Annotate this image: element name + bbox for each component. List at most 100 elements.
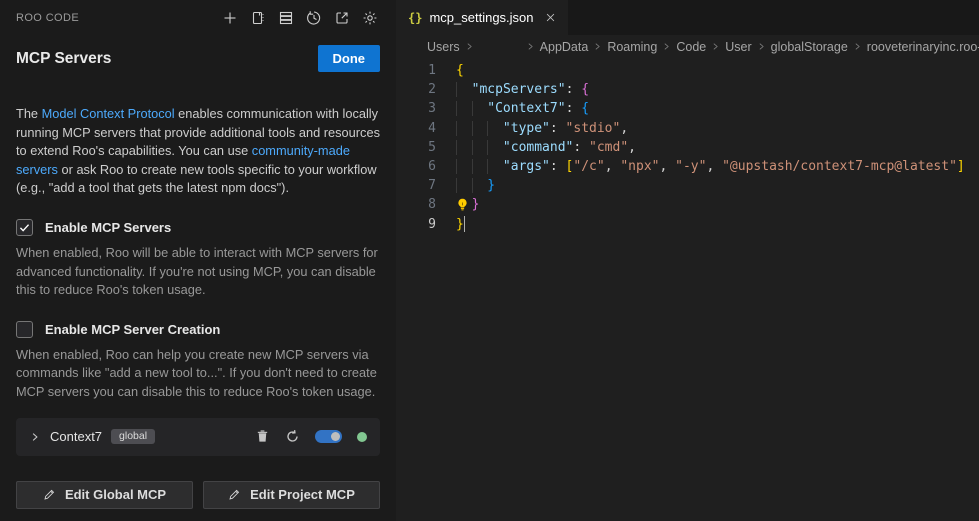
enable-mcp-servers-checkbox[interactable] bbox=[16, 219, 33, 236]
code-token: "/c" bbox=[573, 159, 604, 174]
history-icon[interactable] bbox=[303, 8, 324, 29]
code-token: , bbox=[620, 121, 628, 136]
code-token: "-y" bbox=[675, 159, 706, 174]
enable-mcp-server-creation-label: Enable MCP Server Creation bbox=[45, 322, 220, 337]
indent-guide bbox=[456, 159, 472, 174]
setting-enable-mcp-servers: Enable MCP Servers When enabled, Roo wil… bbox=[16, 219, 380, 300]
expand-server-icon[interactable] bbox=[29, 431, 41, 443]
line-number: 8 bbox=[396, 197, 436, 212]
breadcrumb-item-user[interactable]: User bbox=[725, 40, 751, 54]
tab-mcp-settings-json[interactable]: {} mcp_settings.json bbox=[396, 0, 568, 35]
intro-text-segment: or ask Roo to create new tools specific … bbox=[16, 162, 377, 196]
open-in-editor-icon[interactable] bbox=[331, 8, 352, 29]
code-token: "mcpServers" bbox=[472, 82, 566, 97]
code-token: } bbox=[472, 197, 480, 212]
line-number: 2 bbox=[396, 82, 436, 97]
intro-text: The Model Context Protocol enables commu… bbox=[16, 105, 380, 198]
restart-server-icon[interactable] bbox=[285, 429, 300, 444]
code-line-8[interactable]: 8} bbox=[396, 195, 979, 214]
breadcrumb-item-code[interactable]: Code bbox=[676, 40, 706, 54]
code-token: : bbox=[550, 159, 566, 174]
close-tab-icon[interactable] bbox=[545, 12, 556, 23]
link-model-context-protocol[interactable]: Model Context Protocol bbox=[42, 106, 175, 121]
code-line-1[interactable]: 1{ bbox=[396, 61, 979, 80]
line-number: 9 bbox=[396, 217, 436, 232]
server-scope-badge: global bbox=[111, 429, 155, 445]
server-name: Context7 bbox=[50, 429, 102, 444]
lightbulb-icon[interactable] bbox=[456, 197, 472, 212]
code-line-6[interactable]: 6"args": ["/c", "npx", "-y", "@upstash/c… bbox=[396, 157, 979, 176]
code-token: "stdio" bbox=[566, 121, 621, 136]
new-task-icon[interactable] bbox=[219, 8, 240, 29]
checkbox-row: Enable MCP Servers bbox=[16, 219, 380, 236]
code-token: , bbox=[628, 140, 636, 155]
breadcrumb-item-globalstorage[interactable]: globalStorage bbox=[771, 40, 848, 54]
code-line-4[interactable]: 4 "type": "stdio", bbox=[396, 119, 979, 138]
settings-gear-icon[interactable] bbox=[359, 8, 380, 29]
code-token: : bbox=[573, 140, 589, 155]
breadcrumb-item-users[interactable]: Users bbox=[427, 40, 460, 54]
enable-mcp-server-creation-description: When enabled, Roo can help you create ne… bbox=[16, 346, 380, 402]
edit-project-mcp-button[interactable]: Edit Project MCP bbox=[203, 481, 380, 509]
breadcrumb-item-roaming[interactable]: Roaming bbox=[607, 40, 657, 54]
pencil-icon bbox=[43, 488, 56, 501]
breadcrumb: Users AppData Roaming Code User globalStorage… bbox=[396, 35, 979, 58]
indent-guide bbox=[472, 101, 488, 116]
indent-guide bbox=[456, 178, 472, 193]
mcp-servers-icon[interactable] bbox=[275, 8, 296, 29]
code-token: : bbox=[550, 121, 566, 136]
vscode-window: ROO CODE bbox=[0, 0, 979, 521]
tab-filename: mcp_settings.json bbox=[429, 10, 533, 25]
code-line-2[interactable]: 2 "mcpServers": { bbox=[396, 80, 979, 99]
edit-project-mcp-label: Edit Project MCP bbox=[250, 487, 355, 502]
enable-mcp-server-creation-checkbox[interactable] bbox=[16, 321, 33, 338]
line-number: 4 bbox=[396, 121, 436, 136]
code-token: : bbox=[566, 82, 582, 97]
setting-enable-mcp-server-creation: Enable MCP Server Creation When enabled,… bbox=[16, 321, 380, 402]
server-actions bbox=[255, 429, 367, 444]
indent-guide bbox=[472, 159, 488, 174]
panel-toolbar bbox=[219, 8, 380, 29]
code-editor[interactable]: 1{ 2 "mcpServers": {3"Context7": { 4 "type":… bbox=[396, 58, 979, 521]
code-line-9[interactable]: 9} bbox=[396, 215, 979, 234]
line-number: 7 bbox=[396, 178, 436, 193]
code-token: { bbox=[581, 82, 589, 97]
code-token: { bbox=[581, 101, 589, 116]
edit-global-mcp-button[interactable]: Edit Global MCP bbox=[16, 481, 193, 509]
enable-mcp-servers-label: Enable MCP Servers bbox=[45, 220, 171, 235]
editor-tab-bar: {} mcp_settings.json bbox=[396, 0, 979, 35]
code-token: "type" bbox=[503, 121, 550, 136]
done-button[interactable]: Done bbox=[318, 45, 381, 72]
breadcrumb-item-appdata[interactable]: AppData bbox=[540, 40, 589, 54]
indent-guide bbox=[487, 159, 503, 174]
code-line-3[interactable]: 3"Context7": { bbox=[396, 99, 979, 118]
code-line-7[interactable]: 7} bbox=[396, 176, 979, 195]
server-status-dot bbox=[357, 432, 367, 442]
editor-group: {} mcp_settings.json Users AppData Roaming… bbox=[396, 0, 979, 521]
panel-header: ROO CODE bbox=[16, 0, 380, 36]
indent-guide bbox=[456, 101, 472, 116]
indent-guide bbox=[456, 121, 472, 136]
text-cursor bbox=[464, 216, 466, 232]
code-token: "args" bbox=[503, 159, 550, 174]
indent-guide bbox=[456, 140, 472, 155]
chevron-right-icon bbox=[853, 41, 862, 52]
server-enabled-toggle[interactable] bbox=[315, 430, 342, 443]
pencil-icon bbox=[228, 488, 241, 501]
breadcrumb-item-rooveterinaryinc-roo-cli[interactable]: rooveterinaryinc.roo-cli bbox=[867, 40, 979, 54]
prompts-icon[interactable] bbox=[247, 8, 268, 29]
line-number: 6 bbox=[396, 159, 436, 174]
chevron-right-icon bbox=[711, 41, 720, 52]
chevron-right-icon bbox=[465, 41, 474, 52]
panel-title-row: MCP Servers Done bbox=[16, 45, 380, 72]
code-token: } bbox=[456, 216, 464, 232]
delete-server-icon[interactable] bbox=[255, 429, 270, 444]
mcp-server-row-context7[interactable]: Context7 global bbox=[16, 418, 380, 456]
code-token: { bbox=[456, 63, 464, 78]
page-title: MCP Servers bbox=[16, 50, 111, 68]
indent-guide bbox=[472, 121, 488, 136]
code-token: [ bbox=[566, 159, 574, 174]
code-line-5[interactable]: 5"command": "cmd", bbox=[396, 138, 979, 157]
json-file-icon: {} bbox=[408, 11, 422, 25]
indent-guide bbox=[456, 82, 472, 97]
